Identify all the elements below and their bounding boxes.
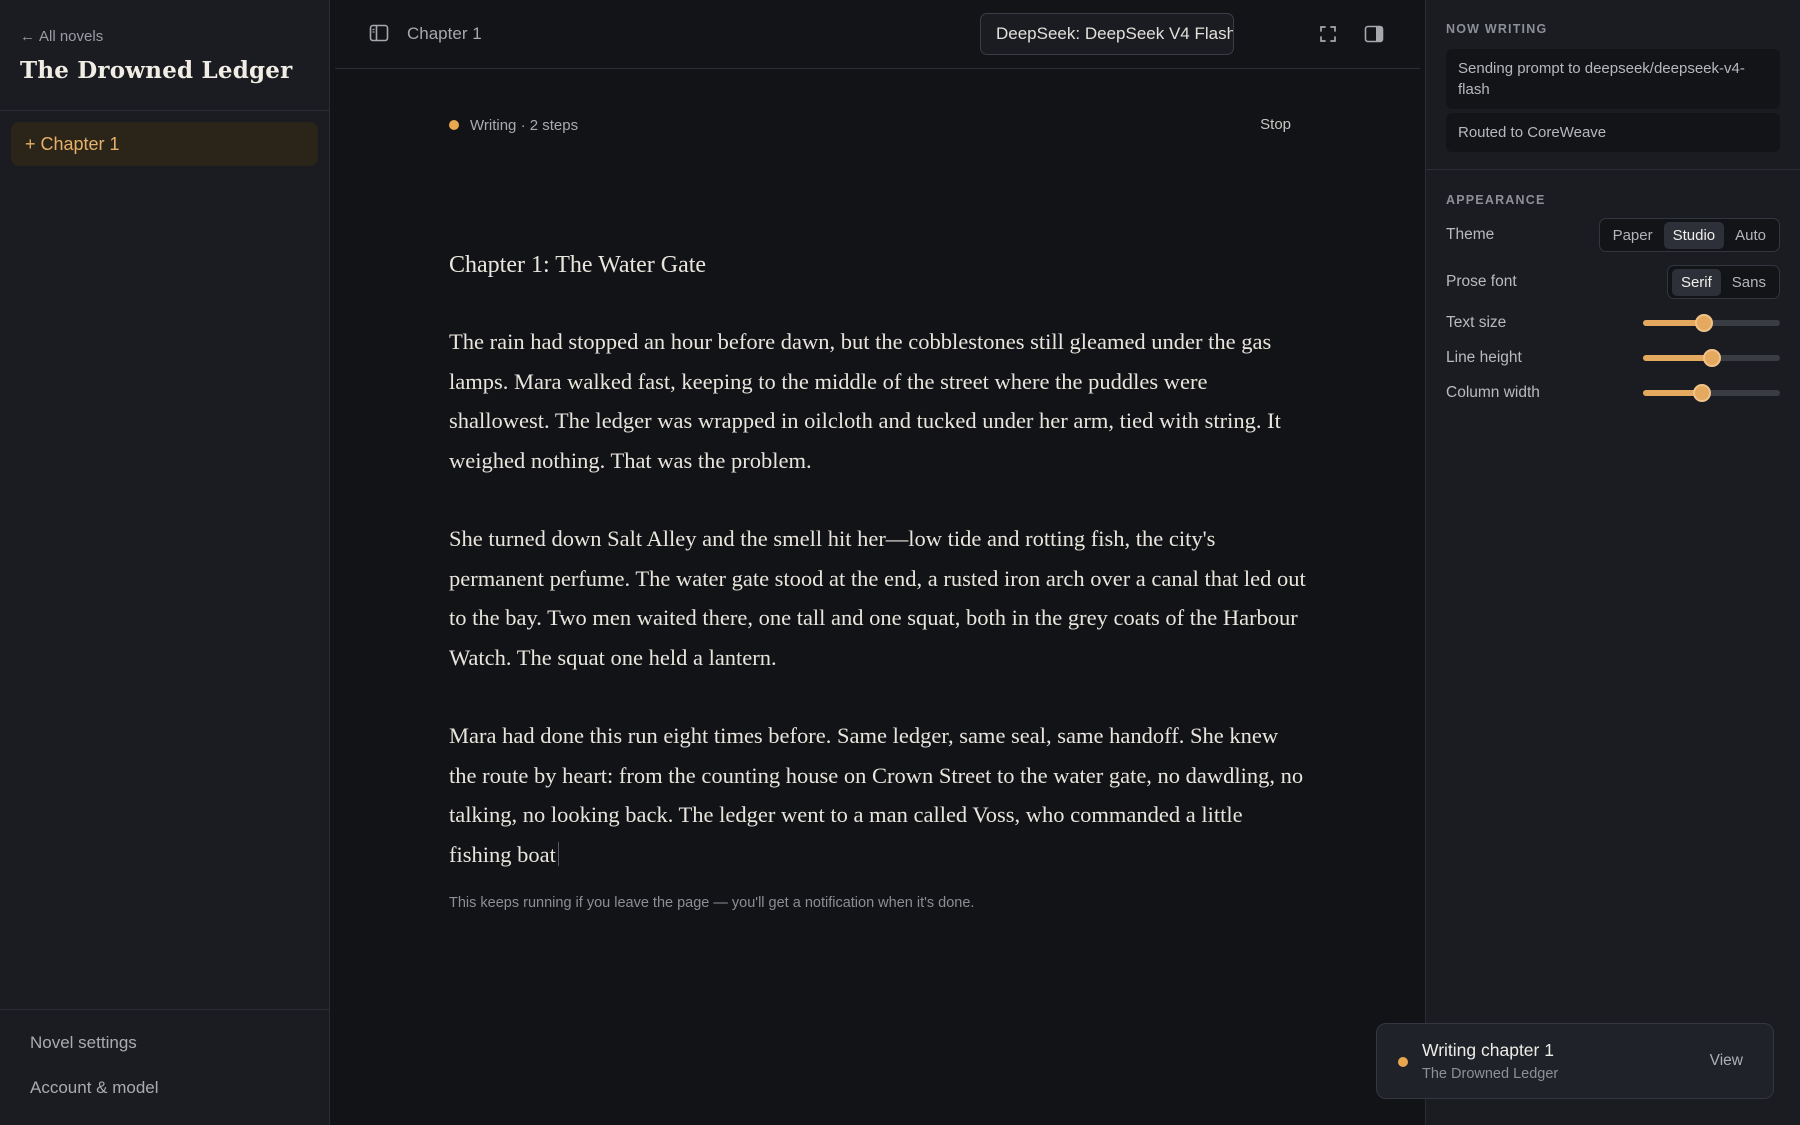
all-novels-link[interactable]: ← All novels <box>20 28 309 45</box>
log-entry: Sending prompt to deepseek/deepseek-v4-f… <box>1446 49 1780 109</box>
font-option-sans[interactable]: Sans <box>1723 269 1775 296</box>
prose-font-setting: Prose font Serif Sans <box>1446 265 1780 299</box>
novel-settings-link[interactable]: Novel settings <box>30 1020 330 1065</box>
paragraph-text: Mara had done this run eight times befor… <box>449 723 1304 867</box>
view-button[interactable]: View <box>1710 1052 1743 1070</box>
line-height-slider[interactable] <box>1643 349 1780 367</box>
font-option-serif[interactable]: Serif <box>1671 268 1721 296</box>
writing-notification: Writing chapter 1 The Drowned Ledger Vie… <box>1376 1023 1774 1099</box>
column-width-label: Column width <box>1446 384 1540 401</box>
text-size-slider[interactable] <box>1643 314 1780 332</box>
sidebar-footer: Novel settings Account & model <box>0 1009 330 1125</box>
slider-thumb[interactable] <box>1695 314 1714 332</box>
theme-label: Theme <box>1446 226 1495 243</box>
text-size-label: Text size <box>1446 314 1507 331</box>
text-cursor <box>557 841 559 866</box>
chapter-label: + Chapter 1 <box>25 133 120 154</box>
status-dot-icon <box>449 120 459 130</box>
status-dot-icon <box>1398 1057 1408 1067</box>
right-panel-toggle-icon[interactable] <box>1364 24 1384 44</box>
column-width-setting: Column width <box>1446 378 1780 408</box>
right-panel: NOW WRITING Sending prompt to deepseek/d… <box>1425 0 1800 1125</box>
divider <box>1426 169 1800 170</box>
theme-option-paper[interactable]: Paper <box>1604 222 1662 249</box>
novel-title: The Drowned Ledger <box>20 57 293 84</box>
paragraph-streaming: Mara had done this run eight times befor… <box>449 716 1309 874</box>
slider-thumb[interactable] <box>1702 349 1721 367</box>
background-notice: This keeps running if you leave the page… <box>449 895 975 911</box>
breadcrumb: Chapter 1 <box>407 24 482 43</box>
line-height-label: Line height <box>1446 349 1522 366</box>
account-model-link[interactable]: Account & model <box>30 1065 330 1110</box>
slider-thumb[interactable] <box>1692 384 1711 402</box>
all-novels-label: All novels <box>39 28 104 45</box>
chapter-prose[interactable]: Chapter 1: The Water Gate The rain had s… <box>449 245 1309 874</box>
column-width-slider[interactable] <box>1643 384 1780 402</box>
sidebar-toggle-icon[interactable] <box>369 24 389 42</box>
now-writing-label: NOW WRITING <box>1446 22 1548 36</box>
arrow-left-icon: ← <box>20 28 35 45</box>
notification-subtitle: The Drowned Ledger <box>1422 1066 1559 1082</box>
model-select[interactable]: DeepSeek: DeepSeek V4 Flash 0... <box>980 13 1234 55</box>
line-height-setting: Line height <box>1446 343 1780 373</box>
text-size-setting: Text size <box>1446 308 1780 338</box>
notification-title: Writing chapter 1 <box>1422 1040 1554 1060</box>
paragraph: The rain had stopped an hour before dawn… <box>449 329 1281 473</box>
theme-option-studio[interactable]: Studio <box>1663 221 1725 249</box>
fullscreen-icon[interactable] <box>1318 24 1338 44</box>
appearance-label: APPEARANCE <box>1446 193 1546 207</box>
prose-font-segmented-control: Serif Sans <box>1666 265 1780 299</box>
theme-setting: Theme Paper Studio Auto <box>1446 218 1780 252</box>
prose-font-label: Prose font <box>1446 273 1517 290</box>
theme-option-auto[interactable]: Auto <box>1726 222 1775 249</box>
top-bar: Chapter 1 DeepSeek: DeepSeek V4 Flash 0.… <box>335 0 1420 69</box>
paragraph: She turned down Salt Alley and the smell… <box>449 526 1306 670</box>
stop-button[interactable]: Stop <box>1260 116 1291 133</box>
log-entry: Routed to CoreWeave <box>1446 113 1780 152</box>
sidebar-item-chapter-1[interactable]: + Chapter 1 <box>11 122 318 166</box>
sidebar-header: ← All novels The Drowned Ledger <box>0 0 329 111</box>
status-text: Writing · 2 steps <box>470 116 579 134</box>
chapter-heading: Chapter 1: The Water Gate <box>449 252 707 278</box>
sidebar: ← All novels The Drowned Ledger + Chapte… <box>0 0 330 1125</box>
writing-status: Writing · 2 steps Stop <box>449 114 1291 136</box>
theme-segmented-control: Paper Studio Auto <box>1598 218 1780 252</box>
